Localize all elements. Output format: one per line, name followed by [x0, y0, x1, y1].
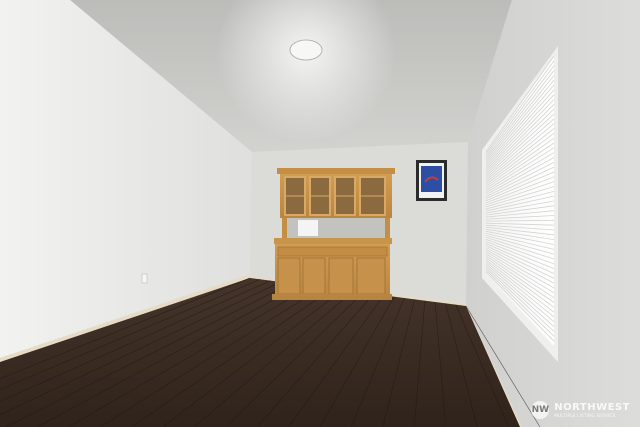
buffet-door-4 — [356, 257, 386, 295]
nw-logo-icon: NW — [531, 401, 550, 419]
wall-outlet — [141, 273, 148, 284]
room-photo: NW NORTHWEST MULTIPLE LISTING SERVICE — [0, 0, 640, 427]
hutch-glass-doors — [284, 176, 386, 216]
hutch-side-right — [385, 218, 390, 240]
watermark-name: NORTHWEST — [554, 401, 630, 413]
buffet-door-3 — [328, 257, 354, 295]
room-illustration — [0, 0, 640, 427]
hutch-crown — [277, 168, 395, 174]
watermark-subtitle: MULTIPLE LISTING SERVICE — [554, 412, 616, 418]
hutch-side-left — [282, 218, 287, 240]
ceiling-light-fixture — [289, 39, 323, 61]
picture-art — [421, 166, 442, 192]
buffet-drawers — [277, 246, 388, 257]
buffet-top — [274, 238, 392, 244]
china-hutch — [272, 168, 395, 300]
buffet-base — [272, 294, 392, 300]
mirror-reflection-window — [298, 220, 318, 236]
listing-watermark: NW NORTHWEST MULTIPLE LISTING SERVICE — [531, 401, 630, 419]
buffet-door-1 — [277, 257, 301, 295]
buffet-door-2 — [302, 257, 326, 295]
